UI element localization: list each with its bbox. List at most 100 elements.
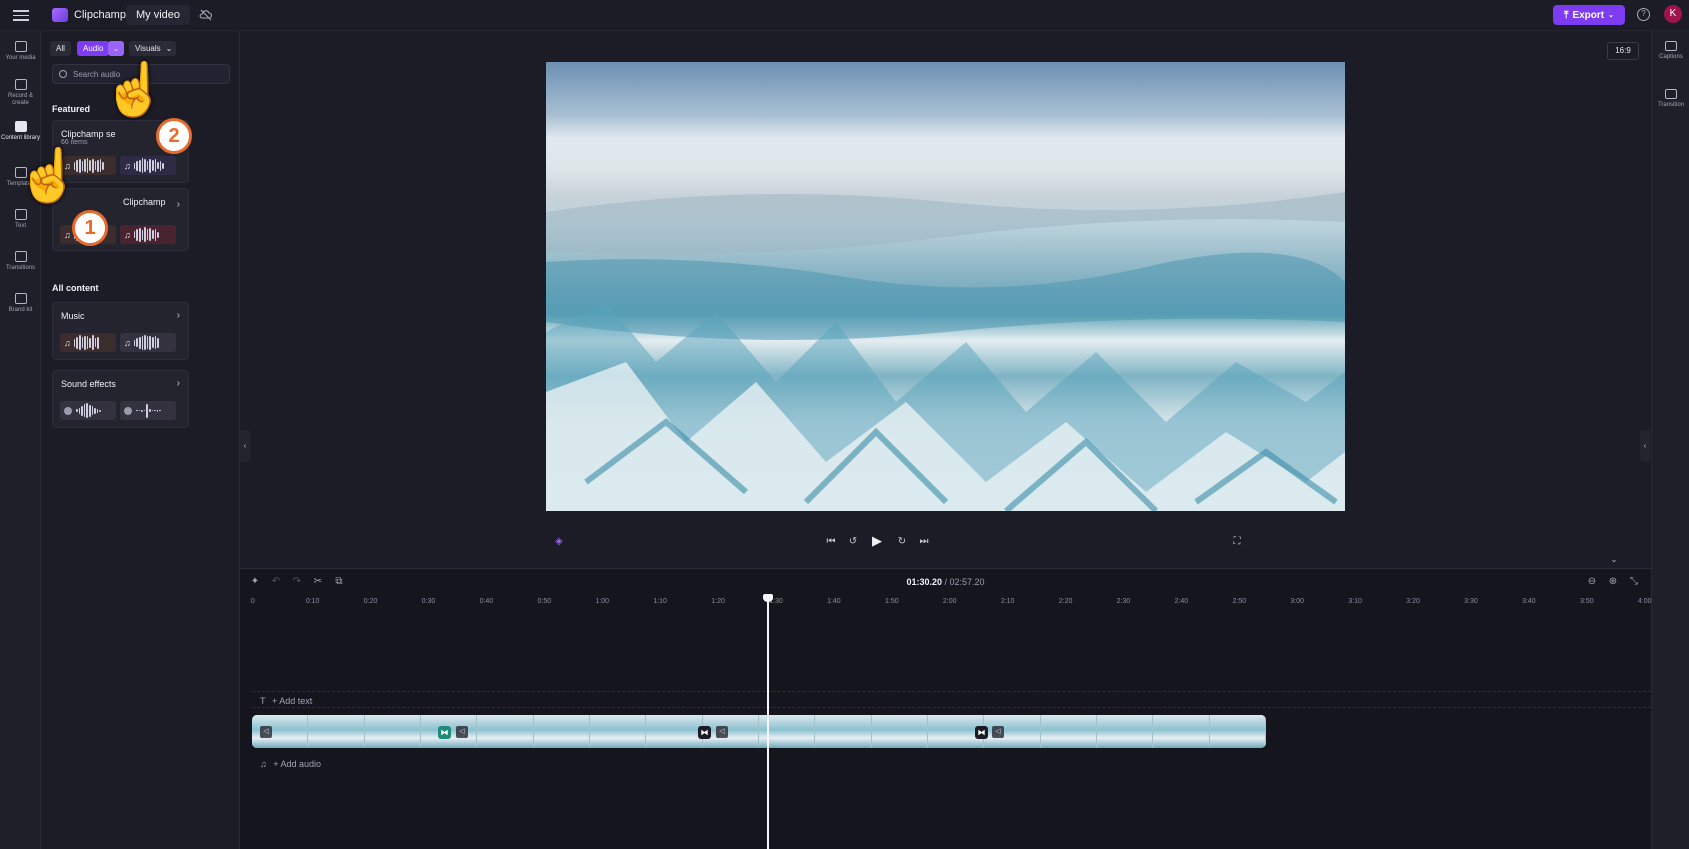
transitions-icon	[14, 251, 27, 262]
zoom-in-icon[interactable]: ⊕	[1607, 576, 1619, 588]
transition-marker-icon[interactable]: ⧓	[975, 726, 988, 739]
card-subtitle: 66 items	[61, 139, 88, 146]
filter-audio-chip[interactable]: Audio	[77, 41, 110, 56]
upload-icon: ⤒	[1564, 9, 1569, 21]
collapse-right-panel-chevron-icon[interactable]: ‹	[1640, 430, 1650, 462]
ruler-tick-label: 1:00	[595, 598, 610, 605]
audio-thumbnail[interactable]: ♫	[120, 156, 176, 175]
ruler-tick-label: 3:10	[1348, 598, 1362, 605]
skip-back-icon[interactable]: ⏮	[825, 536, 837, 548]
rr-item-captions[interactable]: Captions	[1652, 41, 1689, 60]
all-content-heading: All content	[52, 283, 99, 293]
rail-item-label: Brand kit	[8, 307, 33, 313]
video-clip-track[interactable]	[252, 715, 1266, 748]
zoom-out-icon[interactable]: ⊖	[1586, 576, 1598, 588]
music-note-icon: ♫	[124, 160, 131, 171]
music-note-icon: ♫	[124, 229, 131, 240]
ruler-tick-label: 1:10	[653, 598, 667, 605]
play-icon[interactable]: ▶	[871, 534, 883, 547]
tutorial-hand-pointer-icon: ☝	[102, 61, 167, 119]
add-text-track[interactable]: T + Add text	[252, 691, 1651, 708]
time-ruler[interactable]: 0 0:10 0:20 0:30 0:40 0:50 1:00 1:10 1:20 1:30 1:4…	[240, 598, 1652, 612]
top-bar: Clipchamp My video ⤒ Export ⌄ ? K	[0, 0, 1689, 31]
chevron-right-icon: ›	[176, 378, 180, 389]
add-text-label: + Add text	[272, 696, 313, 706]
card-title: Sound effects	[61, 379, 116, 389]
transition-marker-icon[interactable]: ⧓	[438, 726, 451, 739]
transition-icon	[1665, 89, 1677, 99]
rail-item-transitions[interactable]: Transitions	[0, 251, 41, 272]
fit-to-screen-icon[interactable]: ⤡	[1628, 576, 1640, 588]
ruler-tick-label: 1:20	[711, 598, 725, 605]
export-button[interactable]: ⤒ Export ⌄	[1553, 5, 1625, 25]
export-label: Export	[1572, 9, 1605, 21]
aspect-ratio-button[interactable]: 16:9	[1607, 42, 1639, 60]
ruler-tick-label: 0:50	[537, 598, 552, 605]
magic-edit-icon[interactable]: ◈	[553, 536, 565, 548]
filter-visuals-chip[interactable]: Visuals	[129, 41, 167, 56]
rail-item-label: Record & create	[7, 93, 33, 106]
ruler-tick-label: 2:40	[1174, 598, 1189, 605]
rewind-5s-icon[interactable]: ↺	[847, 536, 859, 548]
clip-audio-icon[interactable]: ◁	[992, 726, 1004, 738]
project-name-field[interactable]: My video	[126, 5, 191, 25]
folder-icon	[14, 41, 27, 52]
sound-effect-icon	[124, 406, 132, 415]
card-title: Clipchamp se	[61, 129, 116, 139]
help-icon[interactable]: ?	[1637, 8, 1650, 21]
chevron-down-icon: ⌄	[1608, 12, 1614, 19]
collapse-timeline-chevron-icon[interactable]: ⌄	[1608, 554, 1620, 566]
rail-item-text[interactable]: Text	[0, 209, 41, 230]
ruler-tick-label: 0:20	[363, 598, 378, 605]
timeline-panel: ✦ ↶ ↷ ✂ ⧉ 01:30.20 / 02:57.20 ⊖ ⊕ ⤡ 0 0:1…	[240, 568, 1652, 849]
rr-item-label: Transition	[1657, 102, 1685, 108]
music-note-icon: ♫	[64, 229, 71, 240]
content-card-music[interactable]: Music › ♫ ♫	[52, 302, 189, 360]
audio-dropdown-chevron-icon[interactable]: ⌄	[108, 41, 124, 56]
rail-item-brand-kit[interactable]: Brand kit	[0, 293, 41, 314]
current-time: 01:30.20	[906, 577, 942, 587]
skip-forward-icon[interactable]: ⏭	[918, 536, 930, 548]
ruler-tick-label: 3:50	[1579, 598, 1594, 605]
clipchamp-logo-icon	[52, 8, 68, 22]
ruler-tick-label: 0:40	[479, 598, 494, 605]
sound-effect-thumbnail[interactable]	[120, 401, 176, 420]
add-audio-track[interactable]: ♫ + Add audio	[252, 756, 1651, 772]
transition-marker-icon[interactable]: ⧓	[698, 726, 711, 739]
audio-thumbnail[interactable]: ♫	[120, 333, 176, 352]
rail-item-your-media[interactable]: Your media	[0, 41, 41, 62]
playhead[interactable]	[763, 594, 773, 849]
rr-item-transition[interactable]: Transition	[1652, 89, 1689, 108]
sound-effect-thumbnail[interactable]	[60, 401, 116, 420]
filter-all-chip[interactable]: All	[50, 41, 71, 56]
fullscreen-icon[interactable]: ⛶	[1231, 536, 1243, 548]
visuals-dropdown-chevron-icon[interactable]: ⌄	[162, 41, 176, 56]
ruler-tick-label: 3:40	[1522, 598, 1536, 605]
app-window: Clipchamp My video ⤒ Export ⌄ ? K Your m…	[0, 0, 1689, 849]
forward-5s-icon[interactable]: ↻	[896, 536, 908, 548]
video-preview[interactable]	[546, 62, 1345, 511]
tutorial-step-badge: 2	[156, 118, 192, 154]
library-icon	[14, 121, 27, 132]
avatar[interactable]: K	[1664, 5, 1682, 23]
rail-item-label: Your media	[5, 55, 36, 61]
cloud-sync-off-icon[interactable]	[199, 8, 213, 22]
clip-audio-icon[interactable]: ◁	[260, 726, 272, 738]
music-note-icon: ♫	[260, 759, 267, 769]
ruler-tick-label: 0:10	[305, 598, 320, 605]
audio-thumbnail[interactable]: ♫	[120, 225, 176, 244]
total-time: / 02:57.20	[944, 577, 985, 587]
rail-item-record-create[interactable]: Record & create	[0, 79, 41, 107]
clip-audio-icon[interactable]: ◁	[456, 726, 468, 738]
content-card-sound-effects[interactable]: Sound effects ›	[52, 370, 189, 428]
card-title: Music	[61, 311, 85, 321]
collapse-left-panel-chevron-icon[interactable]: ‹	[240, 430, 250, 462]
clip-audio-icon[interactable]: ◁	[716, 726, 728, 738]
rail-item-label: Content library	[0, 135, 41, 141]
preview-area: 16:9 ◈ ⏮ ↺ ▶ ↻ ⏭ ⛶ ⌄	[240, 31, 1651, 568]
camera-icon	[14, 79, 27, 90]
rail-item-content-library[interactable]: Content library	[0, 121, 41, 142]
ruler-tick-label: 2:30	[1116, 598, 1131, 605]
hamburger-menu-icon[interactable]	[13, 7, 29, 23]
audio-thumbnail[interactable]: ♫	[60, 333, 116, 352]
